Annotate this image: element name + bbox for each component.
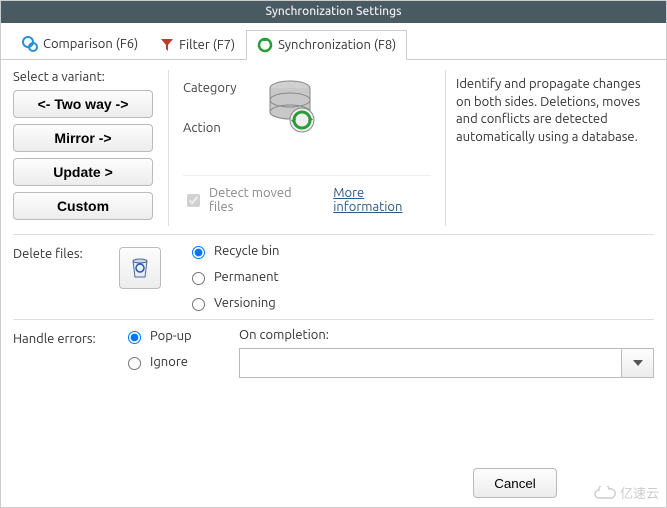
errors-ignore-option[interactable]: Ignore xyxy=(123,354,209,370)
cloud-icon xyxy=(594,486,616,500)
tab-sync-label: Synchronization (F8) xyxy=(278,38,396,52)
cancel-button[interactable]: Cancel xyxy=(473,468,557,498)
window-title: Synchronization Settings xyxy=(1,1,666,23)
delete-versioning-radio[interactable] xyxy=(192,298,205,311)
watermark: 亿速云 xyxy=(594,483,659,502)
variant-label: Select a variant: xyxy=(13,70,168,84)
errors-ignore-radio[interactable] xyxy=(128,357,141,370)
tab-synchronization[interactable]: Synchronization (F8) xyxy=(246,30,407,60)
variant-update-button[interactable]: Update > xyxy=(13,158,153,186)
on-completion-value[interactable] xyxy=(240,349,621,377)
handle-errors-label: Handle errors: xyxy=(13,328,103,378)
on-completion-combo[interactable] xyxy=(239,348,654,378)
delete-recycle-option[interactable]: Recycle bin xyxy=(187,243,279,259)
variant-description: Identify and propagate changes on both s… xyxy=(446,70,654,226)
delete-permanent-radio[interactable] xyxy=(192,272,205,285)
category-label: Category xyxy=(183,81,236,95)
gears-icon xyxy=(22,36,38,52)
database-sync-icon xyxy=(260,76,324,140)
delete-versioning-label: Versioning xyxy=(214,296,276,310)
more-information-link[interactable]: More information xyxy=(333,186,431,214)
delete-recycle-radio[interactable] xyxy=(192,246,205,259)
funnel-icon xyxy=(160,38,174,52)
tab-content: Select a variant: <- Two way -> Mirror -… xyxy=(1,60,666,388)
variant-two-way-button[interactable]: <- Two way -> xyxy=(13,90,153,118)
watermark-text: 亿速云 xyxy=(620,483,659,502)
delete-files-label: Delete files: xyxy=(13,243,103,311)
on-completion-label: On completion: xyxy=(239,328,654,342)
variant-mirror-button[interactable]: Mirror -> xyxy=(13,124,153,152)
errors-popup-radio[interactable] xyxy=(128,331,141,344)
tab-filter-label: Filter (F7) xyxy=(179,38,235,52)
errors-ignore-label: Ignore xyxy=(150,355,188,369)
errors-popup-label: Pop-up xyxy=(150,329,192,343)
detect-moved-label: Detect moved files xyxy=(209,186,313,214)
recycle-bin-button[interactable] xyxy=(119,247,161,289)
action-label: Action xyxy=(183,121,236,135)
variant-custom-button[interactable]: Custom xyxy=(13,192,153,220)
recycle-bin-icon xyxy=(127,255,153,281)
detect-moved-checkbox xyxy=(187,194,200,207)
delete-recycle-label: Recycle bin xyxy=(214,244,279,258)
tab-bar: Comparison (F6) Filter (F7) Synchronizat… xyxy=(1,23,666,60)
sync-gear-icon xyxy=(257,37,273,53)
tab-comparison[interactable]: Comparison (F6) xyxy=(11,29,149,59)
errors-popup-option[interactable]: Pop-up xyxy=(123,328,209,344)
on-completion-dropdown-button[interactable] xyxy=(621,349,653,377)
delete-versioning-option[interactable]: Versioning xyxy=(187,295,279,311)
tab-filter[interactable]: Filter (F7) xyxy=(149,31,246,59)
chevron-down-icon xyxy=(633,360,643,366)
tab-comparison-label: Comparison (F6) xyxy=(43,37,138,51)
delete-permanent-label: Permanent xyxy=(214,270,279,284)
delete-permanent-option[interactable]: Permanent xyxy=(187,269,279,285)
